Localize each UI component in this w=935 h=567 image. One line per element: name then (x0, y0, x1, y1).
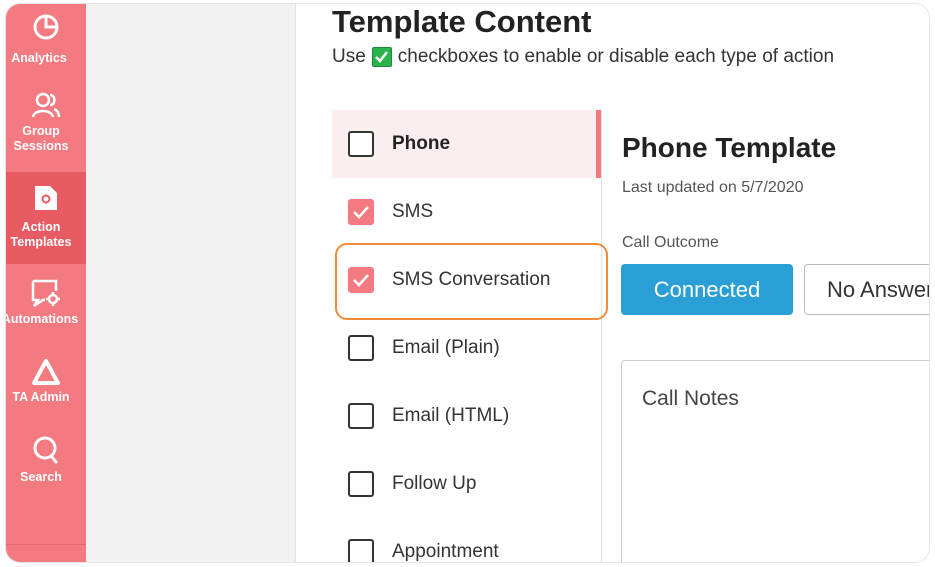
content-gutter (86, 4, 296, 562)
action-type-phone[interactable]: Phone (332, 110, 601, 178)
action-type-email-html[interactable]: Email (HTML) (332, 382, 598, 450)
action-type-follow-up[interactable]: Follow Up (332, 450, 598, 518)
pie-chart-icon (33, 14, 59, 40)
users-icon (31, 92, 61, 118)
action-type-sms[interactable]: SMS (332, 178, 598, 246)
highlight-outline (335, 243, 608, 320)
sidebar-item-label: Search (20, 470, 62, 484)
action-type-appointment[interactable]: Appointment (332, 518, 598, 562)
sidebar-item-label: Action Templates (10, 220, 72, 249)
action-type-label: Follow Up (392, 473, 477, 494)
call-outcome-label: Call Outcome (622, 234, 719, 251)
action-type-label: Appointment (392, 541, 499, 562)
checkbox-unchecked[interactable] (348, 403, 374, 429)
sidebar-item-label: Group Sessions (13, 124, 69, 153)
subtitle-text-end: checkboxes to enable or disable each typ… (397, 46, 835, 67)
sidebar-divider (6, 544, 86, 545)
sidebar-item-label: Analytics (11, 51, 67, 65)
triangle-icon (32, 359, 60, 385)
template-title: Phone Template (622, 132, 837, 163)
selected-indicator (596, 110, 601, 178)
sidebar-item-action-templates[interactable]: Action Templates (6, 172, 86, 264)
sidebar-item-label: TA Admin (12, 390, 70, 404)
sidebar-item-ta-admin[interactable]: TA Admin (6, 346, 86, 424)
document-gear-icon (35, 186, 57, 210)
action-type-label: SMS (392, 201, 434, 222)
sidebar-item-label: Automations (6, 312, 79, 326)
checkbox-unchecked[interactable] (348, 539, 374, 562)
checkbox-checked[interactable] (348, 199, 374, 225)
action-type-label: Email (HTML) (392, 405, 510, 426)
call-notes-field[interactable]: Call Notes (621, 360, 929, 562)
action-type-label: Phone (392, 133, 451, 154)
checkbox-unchecked[interactable] (348, 131, 374, 157)
connected-button[interactable]: Connected (621, 264, 793, 315)
app-window: Analytics Group Sessions Action Template… (6, 4, 929, 562)
no-answer-button[interactable]: No Answer (804, 264, 929, 315)
sidebar-item-search[interactable]: Search (6, 424, 86, 504)
search-icon (33, 436, 58, 464)
last-updated-text: Last updated on 5/7/2020 (622, 179, 804, 196)
main-content: Template Content Use checkboxes to enabl… (297, 4, 929, 562)
checkbox-unchecked[interactable] (348, 471, 374, 497)
sidebar-item-automations[interactable]: Automations (6, 264, 86, 346)
green-checkbox-icon (371, 47, 392, 67)
message-gear-icon (31, 279, 60, 308)
action-type-label: Email (Plain) (392, 337, 500, 358)
checkbox-unchecked[interactable] (348, 335, 374, 361)
page-subtitle: Use checkboxes to enable or disable each… (332, 46, 834, 68)
subtitle-text-start: Use (332, 46, 366, 67)
sidebar: Analytics Group Sessions Action Template… (6, 4, 86, 562)
sidebar-item-group-sessions[interactable]: Group Sessions (6, 84, 86, 172)
action-type-list: Phone SMS SMS Conversation Email (Plain) (332, 110, 602, 562)
page-title: Template Content (332, 4, 592, 39)
call-notes-label: Call Notes (642, 387, 739, 410)
sidebar-item-analytics[interactable]: Analytics (6, 4, 86, 84)
action-type-email-plain[interactable]: Email (Plain) (332, 314, 598, 382)
